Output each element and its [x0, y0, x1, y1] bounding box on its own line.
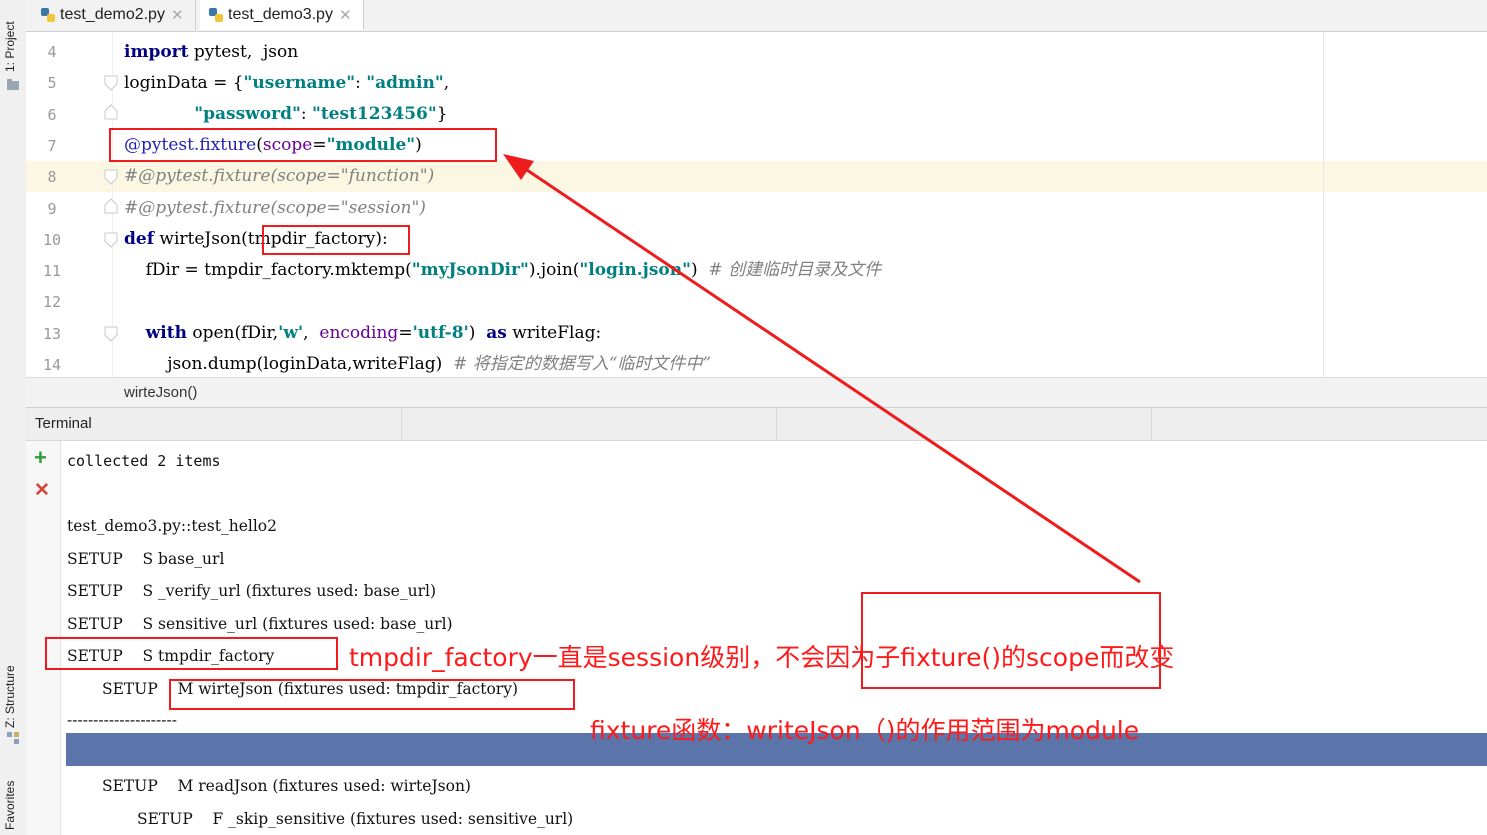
annotation-note-scope: tmpdir_factory一直是session级别，不会因为子fixture(…	[349, 643, 1175, 672]
annotation-arrow-icon	[503, 154, 1141, 584]
annotation-note-module: fixture函数：writeJson（)的作用范围为module	[590, 716, 1140, 745]
